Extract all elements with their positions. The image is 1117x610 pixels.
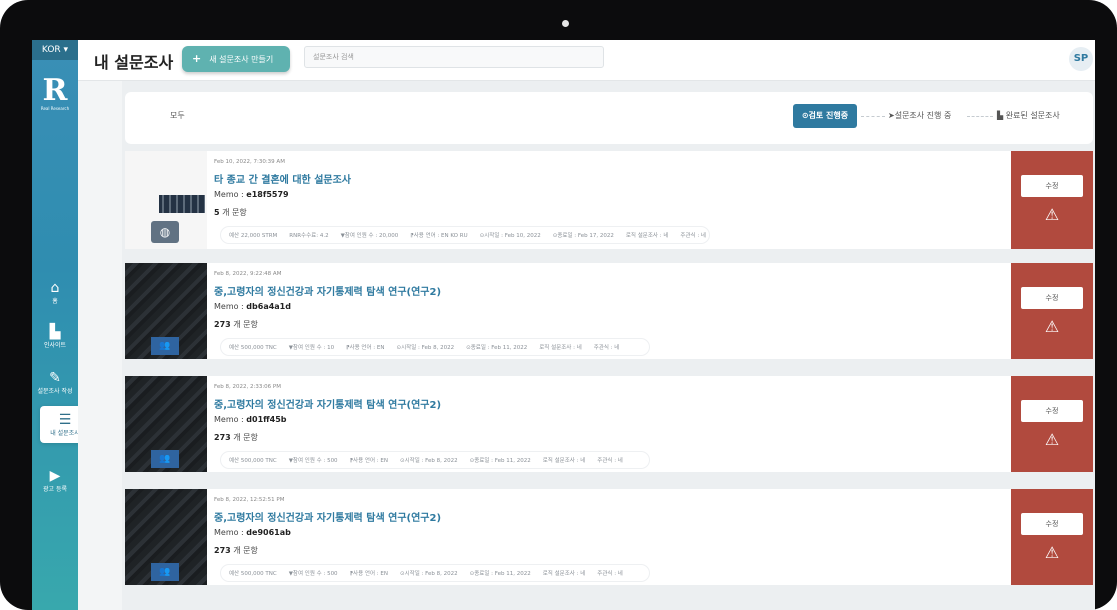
survey-thumbnail: 👥 — [125, 263, 207, 359]
edit-button[interactable]: 수정 — [1021, 175, 1083, 197]
survey-date: Feb 8, 2022, 12:52:51 PM — [214, 497, 285, 503]
survey-meta: 예산 500,000 TNC ▼참여 인원 수 : 500 ⁋사용 언어 : EN ⊙… — [220, 451, 650, 469]
sidebar-item-label: 광고 등록 — [43, 486, 67, 493]
laptop-frame: KOR ▾ R Real Research ⌂ 홈 ▙ 인사이트 ✎ 설문조사 … — [0, 0, 1117, 610]
sidebar-item-label: 홈 — [52, 298, 58, 305]
survey-card[interactable]: 👥 Feb 8, 2022, 12:52:51 PM 중,고령자의 정신건강과 … — [125, 489, 1093, 585]
play-icon: ▶ — [49, 468, 61, 484]
sidebar-item-label: 설문조사 작성 — [37, 388, 73, 395]
edit-button[interactable]: 수정 — [1021, 400, 1083, 422]
survey-card[interactable]: 👥 Feb 8, 2022, 9:22:48 AM 중,고령자의 정신건강과 자… — [125, 263, 1093, 359]
warning-icon: ⚠ — [1044, 543, 1060, 562]
filter-completed[interactable]: ▙ 완료된 설문조사 — [997, 110, 1060, 121]
sidebar-item-home[interactable]: ⌂ 홈 — [32, 280, 78, 305]
filter-in-progress[interactable]: ➤설문조사 진행 중 — [888, 110, 951, 121]
review-status-panel: 수정 ⚠ — [1011, 263, 1093, 359]
crowd-image — [159, 195, 205, 213]
language-select[interactable]: KOR ▾ — [32, 40, 78, 60]
user-avatar[interactable]: SP — [1069, 47, 1093, 71]
group-icon: 👥 — [151, 563, 179, 581]
survey-title[interactable]: 중,고령자의 정신건강과 자기통제력 탐색 연구(연구2) — [214, 396, 441, 411]
step-divider — [967, 116, 993, 117]
survey-memo: Memo : d01ff45b — [214, 415, 287, 424]
filter-all[interactable]: 모두 — [170, 110, 185, 121]
real-research-logo[interactable]: R Real Research — [38, 76, 72, 116]
warning-icon: ⚠ — [1044, 205, 1060, 224]
survey-thumbnail: 👥 — [125, 489, 207, 585]
survey-memo: Memo : e18f5579 — [214, 190, 289, 199]
new-survey-button[interactable]: + 새 설문조사 만들기 — [182, 46, 290, 72]
question-count: 5 개 문항 — [214, 208, 247, 217]
survey-card[interactable]: 👥 Feb 8, 2022, 2:33:06 PM 중,고령자의 정신건강과 자… — [125, 376, 1093, 472]
page-title: 내 설문조사 — [94, 53, 174, 72]
survey-title[interactable]: 타 종교 간 결혼에 대한 설문조사 — [214, 171, 351, 186]
review-status-panel: 수정 ⚠ — [1011, 376, 1093, 472]
pencil-icon: ✎ — [49, 370, 61, 386]
group-icon: 👥 — [151, 450, 179, 468]
content-gutter — [78, 40, 122, 610]
sidebar-item-insights[interactable]: ▙ 인사이트 — [32, 324, 78, 349]
warning-icon: ⚠ — [1044, 317, 1060, 336]
group-icon: 👥 — [151, 337, 179, 355]
question-count: 273 개 문항 — [214, 546, 258, 555]
survey-search-input[interactable]: 설문조사 검색 — [304, 46, 604, 68]
filter-review[interactable]: ⊙검토 진행중 — [793, 104, 857, 128]
globe-icon: ◍ — [151, 221, 179, 243]
step-divider — [861, 116, 885, 117]
question-count: 273 개 문항 — [214, 320, 258, 329]
sidebar: KOR ▾ R Real Research ⌂ 홈 ▙ 인사이트 ✎ 설문조사 … — [32, 40, 90, 610]
survey-card[interactable]: ◍ Feb 10, 2022, 7:30:39 AM 타 종교 간 결혼에 대한… — [125, 151, 1093, 249]
warning-icon: ⚠ — [1044, 430, 1060, 449]
survey-memo: Memo : de9061ab — [214, 528, 291, 537]
survey-date: Feb 8, 2022, 9:22:48 AM — [214, 271, 282, 277]
review-status-panel: 수정 ⚠ — [1011, 151, 1093, 249]
survey-title[interactable]: 중,고령자의 정신건강과 자기통제력 탐색 연구(연구2) — [214, 283, 441, 298]
survey-meta: 예산 22,000 STRM RNR수수료: 4.2 ▼참여 인원 수 : 20,0… — [220, 226, 710, 244]
survey-date: Feb 10, 2022, 7:30:39 AM — [214, 159, 285, 165]
sidebar-item-label: 내 설문조사 — [50, 430, 80, 437]
plus-icon: + — [192, 52, 202, 65]
review-status-panel: 수정 ⚠ — [1011, 489, 1093, 585]
edit-button[interactable]: 수정 — [1021, 287, 1083, 309]
top-header: 내 설문조사 + 새 설문조사 만들기 설문조사 검색 SP — [78, 40, 1095, 81]
survey-title[interactable]: 중,고령자의 정신건강과 자기통제력 탐색 연구(연구2) — [214, 509, 441, 524]
survey-meta: 예산 500,000 TNC ▼참여 인원 수 : 500 ⁋사용 언어 : EN ⊙… — [220, 564, 650, 582]
home-icon: ⌂ — [50, 280, 60, 296]
camera-dot — [562, 20, 569, 27]
survey-thumbnail: 👥 — [125, 376, 207, 472]
sidebar-item-create-survey[interactable]: ✎ 설문조사 작성 — [32, 370, 78, 395]
sidebar-item-ad-register[interactable]: ▶ 광고 등록 — [32, 468, 78, 493]
survey-memo: Memo : db6a4a1d — [214, 302, 291, 311]
survey-date: Feb 8, 2022, 2:33:06 PM — [214, 384, 281, 390]
survey-thumbnail: ◍ — [125, 151, 207, 249]
new-survey-label: 새 설문조사 만들기 — [209, 55, 274, 64]
edit-button[interactable]: 수정 — [1021, 513, 1083, 535]
app-screen: KOR ▾ R Real Research ⌂ 홈 ▙ 인사이트 ✎ 설문조사 … — [32, 40, 1095, 610]
survey-meta: 예산 500,000 TNC ▼참여 인원 수 : 10 ⁋사용 언어 : EN ⊙시… — [220, 338, 650, 356]
insights-icon: ▙ — [49, 324, 61, 340]
sidebar-item-label: 인사이트 — [43, 342, 67, 349]
question-count: 273 개 문항 — [214, 433, 258, 442]
status-filter-bar: 모두 ⊙검토 진행중 ➤설문조사 진행 중 ▙ 완료된 설문조사 — [125, 92, 1093, 144]
